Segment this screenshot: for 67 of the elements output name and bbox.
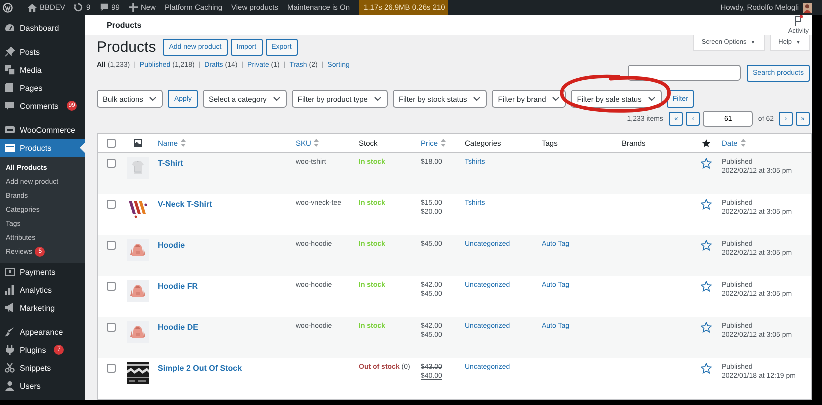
checkbox[interactable]	[107, 282, 116, 291]
sidebar-item[interactable]: Users	[0, 377, 85, 395]
checkbox[interactable]	[107, 241, 116, 250]
checkbox[interactable]	[107, 200, 116, 209]
sort-icon	[181, 139, 186, 147]
product-name-link[interactable]: Hoodie DE	[158, 323, 198, 332]
images-icon	[5, 65, 15, 75]
star-icon[interactable]	[700, 322, 712, 333]
image-icon	[134, 139, 142, 147]
checkbox[interactable]	[107, 138, 116, 148]
sidebar-item[interactable]: Analytics	[0, 281, 85, 299]
sidebar-item[interactable]: Media	[0, 61, 85, 79]
wordpress-logo-icon[interactable]	[3, 2, 13, 12]
star-icon[interactable]	[700, 158, 712, 169]
card-icon	[5, 267, 15, 277]
sidebar-item[interactable]: Payments	[0, 263, 85, 281]
sort-icon	[441, 139, 446, 147]
page-heading: Products	[107, 20, 142, 30]
speech-bubble-icon	[100, 3, 109, 12]
chevron-down-icon	[272, 96, 281, 102]
sidebar-item[interactable]: Appearance	[0, 323, 85, 341]
megaphone-icon	[5, 303, 15, 313]
product-name-link[interactable]: Hoodie FR	[158, 282, 198, 291]
sidebar-item[interactable]: WooCommerce	[0, 121, 85, 139]
star-icon[interactable]	[700, 363, 712, 374]
home-icon	[28, 4, 37, 12]
plus-icon	[128, 3, 138, 12]
product-name-link[interactable]: Hoodie	[158, 241, 186, 250]
sidebar-item[interactable]: Dashboard	[0, 19, 85, 37]
checkbox[interactable]	[107, 364, 116, 373]
bag-icon	[5, 125, 15, 135]
brush-icon	[5, 327, 15, 337]
plug-icon	[5, 345, 15, 355]
sidebar-item[interactable]: Pages	[0, 79, 85, 97]
product-name-link[interactable]: Simple 2 Out Of Stock	[158, 364, 242, 373]
avatar-icon	[803, 2, 812, 12]
sidebar-item[interactable]: Snippets	[0, 359, 85, 377]
speech-bubble-icon	[5, 101, 15, 111]
page-title: Products	[97, 39, 156, 56]
bar-chart-icon	[5, 285, 15, 295]
chevron-down-icon	[648, 96, 656, 102]
search-field[interactable]	[628, 65, 742, 81]
page-icon	[5, 83, 15, 93]
flag-icon	[794, 15, 804, 26]
sort-icon	[314, 139, 320, 147]
gauge-icon	[5, 23, 15, 33]
scissors-icon	[5, 363, 15, 373]
archive-icon	[5, 143, 15, 153]
star-icon[interactable]	[700, 281, 712, 292]
chevron-down-icon	[149, 96, 158, 102]
chevron-down-icon	[374, 96, 382, 102]
product-name-link[interactable]: T-Shirt	[158, 159, 184, 168]
star-icon	[702, 138, 710, 148]
star-icon[interactable]	[700, 240, 712, 251]
checkbox[interactable]	[107, 159, 116, 168]
checkbox[interactable]	[107, 323, 116, 332]
chevron-down-icon	[473, 96, 482, 102]
pin-icon	[5, 47, 15, 57]
sort-icon	[740, 139, 746, 147]
product-name-link[interactable]: V-Neck T-Shirt	[158, 200, 212, 209]
sidebar-item[interactable]: Products	[0, 139, 85, 157]
chevron-down-icon	[552, 96, 560, 102]
person-icon	[5, 381, 15, 391]
sidebar-item[interactable]: Posts	[0, 43, 85, 61]
sidebar-item[interactable]: Marketing	[0, 299, 85, 317]
refresh-icon	[74, 3, 84, 12]
star-icon[interactable]	[700, 199, 712, 210]
